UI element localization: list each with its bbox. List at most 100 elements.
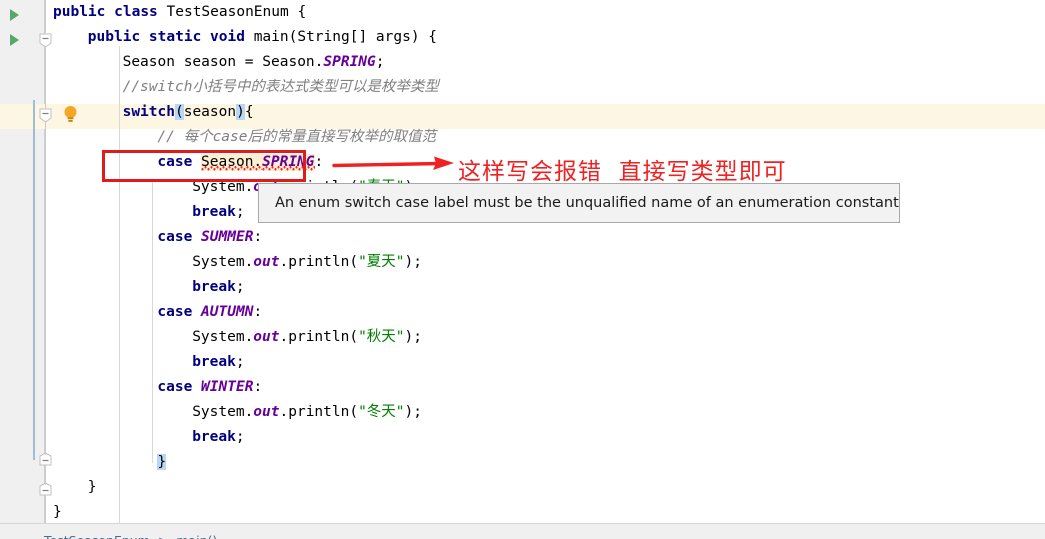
code-token: .println( [279, 404, 359, 420]
indent-guide-case-2 [152, 255, 153, 333]
code-token: System. [192, 179, 254, 195]
code-line[interactable]: break; [192, 275, 244, 300]
code-token: main(String[] args) { [244, 29, 438, 45]
code-line[interactable]: System.out.println("夏天"); [192, 250, 422, 275]
code-token: : [314, 154, 324, 170]
code-token: case [157, 379, 193, 395]
code-line[interactable]: switch(season){ [123, 100, 254, 125]
code-line[interactable]: case Season.SPRING: [157, 150, 323, 175]
code-line[interactable]: //switch小括号中的表达式类型可以是枚举类型 [123, 75, 439, 100]
code-token: "秋天" [358, 329, 405, 345]
code-token: season [183, 104, 237, 120]
code-token: System. [192, 254, 254, 270]
code-token: System. [192, 404, 254, 420]
code-token: case [157, 304, 193, 320]
code-line[interactable]: System.out.println("秋天"); [192, 325, 422, 350]
changed-lines-marker[interactable] [33, 100, 35, 460]
code-editor[interactable]: public class TestSeasonEnum {public stat… [0, 0, 1045, 539]
code-token: public [53, 4, 106, 20]
code-line[interactable]: Season season = Season.SPRING; [123, 50, 385, 75]
code-token: switch [122, 104, 175, 120]
code-token: case [157, 154, 193, 170]
code-line[interactable]: } [88, 475, 97, 500]
code-line[interactable]: public static void main(String[] args) { [88, 25, 437, 50]
code-token: AUTUMN [201, 304, 254, 320]
code-token: } [157, 454, 167, 470]
annotation-arrow-icon [332, 156, 454, 170]
code-token: break [192, 279, 236, 295]
code-token: } [87, 479, 97, 495]
code-token: //switch小括号中的表达式类型可以是枚举类型 [122, 79, 439, 95]
indent-guide-case-4 [152, 405, 153, 463]
breadcrumb[interactable]: TestSeasonEnum > main() [44, 533, 217, 539]
code-line[interactable]: break; [192, 200, 244, 225]
code-line[interactable]: break; [192, 425, 244, 450]
code-token: .println( [279, 329, 359, 345]
code-line[interactable]: case WINTER: [157, 375, 262, 400]
code-token: ) [236, 104, 245, 120]
code-token: : [253, 379, 263, 395]
code-token: { [244, 104, 254, 120]
code-line[interactable]: case AUTUMN: [157, 300, 262, 325]
fold-thread-switch [45, 122, 46, 455]
breadcrumb-bar[interactable]: TestSeasonEnum > main() [0, 523, 1045, 539]
code-line[interactable]: } [53, 500, 62, 525]
code-token: ; [235, 204, 245, 220]
code-token: ; [235, 429, 245, 445]
code-token: // 每个case后的常量直接写枚举的取值范 [157, 129, 436, 145]
code-token: ( [174, 104, 184, 120]
code-token: break [192, 429, 236, 445]
code-token: out [253, 254, 280, 270]
code-token: .println( [279, 254, 359, 270]
code-token: } [53, 504, 62, 520]
code-token: WINTER [201, 379, 254, 395]
code-line[interactable]: case SUMMER: [157, 225, 262, 250]
code-token: out [253, 329, 280, 345]
lightbulb-icon[interactable] [62, 105, 78, 123]
code-token: TestSeasonEnum { [157, 4, 307, 20]
code-token: System. [192, 329, 254, 345]
editor-gutter[interactable] [0, 0, 44, 523]
code-token: SPRING [323, 54, 376, 70]
inspection-tooltip: An enum switch case label must be the un… [258, 183, 900, 223]
code-line[interactable]: System.out.println("冬天"); [192, 400, 422, 425]
code-line[interactable]: break; [192, 350, 244, 375]
code-token: ); [404, 329, 423, 345]
code-token: : [253, 304, 263, 320]
code-token: void [210, 29, 245, 45]
code-token: SPRING [262, 154, 315, 170]
code-token: ; [375, 54, 385, 70]
fold-marker-method-icon[interactable] [39, 33, 52, 48]
indent-guide-case-3 [152, 330, 153, 408]
run-method-marker-icon[interactable] [10, 34, 19, 46]
code-token: public [87, 29, 141, 45]
fold-thread-method [45, 46, 46, 108]
code-token: break [192, 354, 236, 370]
code-token: ; [235, 354, 245, 370]
editor-gutter-fold-column[interactable] [45, 0, 120, 523]
annotation-note-text: 这样写会报错 直接写类型即可 [458, 159, 787, 185]
code-token: case [157, 229, 193, 245]
code-token: Season. [201, 154, 263, 170]
code-token: Season season = Season. [122, 54, 324, 70]
code-token: "冬天" [358, 404, 405, 420]
inspection-tooltip-text: An enum switch case label must be the un… [275, 195, 899, 211]
code-line[interactable]: } [157, 450, 167, 475]
indent-guide-case-1 [152, 180, 153, 258]
code-token: SUMMER [201, 229, 254, 245]
run-class-marker-icon[interactable] [10, 9, 19, 21]
code-token: static [148, 29, 202, 45]
fold-marker-switch-icon[interactable] [39, 108, 52, 123]
code-token: out [253, 404, 280, 420]
code-line[interactable]: // 每个case后的常量直接写枚举的取值范 [157, 125, 436, 150]
indent-guide-1 [119, 46, 120, 523]
code-token: : [253, 229, 263, 245]
code-token: class [114, 4, 158, 20]
code-line[interactable]: public class TestSeasonEnum { [53, 0, 306, 25]
